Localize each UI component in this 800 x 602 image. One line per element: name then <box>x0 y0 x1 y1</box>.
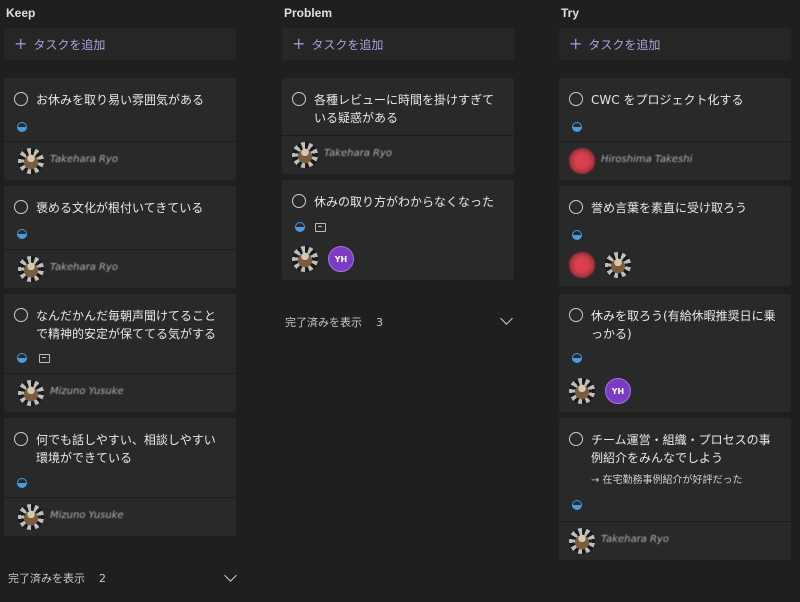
progress-half-icon <box>295 222 305 232</box>
task-title: なんだかんだ毎朝声聞けてることで精神的安定が保ててる気がする <box>36 309 217 341</box>
complete-circle-icon[interactable] <box>569 308 583 322</box>
card-footer: Mizuno Yusuke <box>4 373 236 412</box>
complete-circle-icon[interactable] <box>14 92 28 106</box>
complete-circle-icon[interactable] <box>292 92 306 106</box>
task-card[interactable]: 何でも話しやすい、相談しやすい環境ができている Mizuno Yusuke <box>4 418 236 536</box>
task-title: 何でも話しやすい、相談しやすい環境ができている <box>36 433 216 465</box>
task-title: 休みを取ろう(有給休暇推奨日に乗っかる) <box>591 309 776 341</box>
card-footer: Hiroshima Takeshi <box>559 141 791 180</box>
progress-half-icon <box>17 122 27 132</box>
card-footer: YH <box>559 374 791 412</box>
task-title: 休みの取り方がわからなくなった <box>314 195 495 209</box>
plus-icon: + <box>292 34 306 53</box>
assignee-name: Takehara Ryo <box>50 154 118 165</box>
comment-icon <box>315 223 326 232</box>
assignee-name: Takehara Ryo <box>324 148 392 159</box>
task-title: チーム運営・組織・プロセスの事例紹介をみんなでしよう <box>591 433 771 465</box>
column-title: Try <box>561 6 580 20</box>
completed-count: 3 <box>376 315 383 329</box>
completed-count: 2 <box>99 571 106 585</box>
task-card[interactable]: チーム運営・組織・プロセスの事例紹介をみんなでしよう → 在宅勤務事例紹介が好評… <box>559 418 791 560</box>
avatar[interactable] <box>18 504 44 530</box>
progress-half-icon <box>17 229 27 239</box>
show-completed-toggle[interactable]: 完了済みを表示 2 <box>8 570 106 586</box>
card-footer: Mizuno Yusuke <box>4 497 236 536</box>
task-card[interactable]: 各種レビューに時間を掛けすぎている疑惑がある Takehara Ryo <box>282 78 514 174</box>
task-card[interactable]: 褒める文化が根付いてきている Takehara Ryo <box>4 186 236 288</box>
avatar[interactable] <box>569 252 595 278</box>
avatar[interactable] <box>569 528 595 554</box>
complete-circle-icon[interactable] <box>14 200 28 214</box>
avatar[interactable] <box>18 256 44 282</box>
task-title: お休みを取り易い雰囲気がある <box>36 93 205 107</box>
avatar[interactable] <box>605 252 631 278</box>
show-completed-label: 完了済みを表示 <box>8 572 85 585</box>
avatar[interactable] <box>292 142 318 168</box>
assignee-name: Mizuno Yusuke <box>50 510 124 521</box>
avatar[interactable] <box>569 378 595 404</box>
chevron-down-icon[interactable] <box>500 312 513 325</box>
add-task-label: タスクを追加 <box>311 37 384 52</box>
avatar[interactable] <box>569 148 595 174</box>
assignee-name: Hiroshima Takeshi <box>601 154 693 165</box>
complete-circle-icon[interactable] <box>569 432 583 446</box>
task-title: 各種レビューに時間を掛けすぎている疑惑がある <box>314 93 495 125</box>
show-completed-label: 完了済みを表示 <box>285 316 362 329</box>
task-card[interactable]: なんだかんだ毎朝声聞けてることで精神的安定が保ててる気がする Mizuno Yu… <box>4 294 236 412</box>
assignee-name: Takehara Ryo <box>50 262 118 273</box>
avatar-initials[interactable]: YH <box>605 378 631 404</box>
add-task-label: タスクを追加 <box>588 37 661 52</box>
task-card[interactable]: 休みの取り方がわからなくなった YH <box>282 180 514 280</box>
avatar[interactable] <box>18 148 44 174</box>
avatar-initials[interactable]: YH <box>328 246 354 272</box>
assignee-name: Takehara Ryo <box>601 534 669 545</box>
progress-half-icon <box>572 500 582 510</box>
task-card[interactable]: 誉め言葉を素直に受け取ろう <box>559 186 791 286</box>
card-footer: Takehara Ryo <box>282 135 514 174</box>
add-task-label: タスクを追加 <box>33 37 106 52</box>
task-note: → 在宅勤務事例紹介が好評だった <box>591 475 743 486</box>
card-footer: Takehara Ryo <box>4 249 236 288</box>
task-card[interactable]: 休みを取ろう(有給休暇推奨日に乗っかる) YH <box>559 294 791 412</box>
avatar[interactable] <box>292 246 318 272</box>
complete-circle-icon[interactable] <box>14 432 28 446</box>
card-footer: Takehara Ryo <box>559 521 791 560</box>
add-task-button[interactable]: + タスクを追加 <box>4 28 236 60</box>
comment-icon <box>39 354 50 363</box>
progress-half-icon <box>572 353 582 363</box>
card-footer: Takehara Ryo <box>4 141 236 180</box>
card-footer: YH <box>282 242 514 280</box>
plus-icon: + <box>569 34 583 53</box>
complete-circle-icon[interactable] <box>569 200 583 214</box>
complete-circle-icon[interactable] <box>14 308 28 322</box>
task-card[interactable]: CWC をプロジェクト化する Hiroshima Takeshi <box>559 78 791 180</box>
card-footer <box>559 248 791 286</box>
avatar[interactable] <box>18 380 44 406</box>
assignee-name: Mizuno Yusuke <box>50 386 124 397</box>
plus-icon: + <box>14 34 28 53</box>
progress-half-icon <box>572 230 582 240</box>
add-task-button[interactable]: + タスクを追加 <box>282 28 514 60</box>
progress-half-icon <box>17 478 27 488</box>
task-title: 褒める文化が根付いてきている <box>36 201 204 215</box>
column-title: Problem <box>284 6 333 20</box>
progress-half-icon <box>572 122 582 132</box>
complete-circle-icon[interactable] <box>569 92 583 106</box>
add-task-button[interactable]: + タスクを追加 <box>559 28 791 60</box>
progress-half-icon <box>17 353 27 363</box>
chevron-down-icon[interactable] <box>224 569 237 582</box>
column-title: Keep <box>6 6 36 20</box>
complete-circle-icon[interactable] <box>292 194 306 208</box>
task-title: 誉め言葉を素直に受け取ろう <box>591 201 748 215</box>
task-title: CWC をプロジェクト化する <box>591 93 744 107</box>
show-completed-toggle[interactable]: 完了済みを表示 3 <box>285 314 383 330</box>
task-card[interactable]: お休みを取り易い雰囲気がある Takehara Ryo <box>4 78 236 180</box>
